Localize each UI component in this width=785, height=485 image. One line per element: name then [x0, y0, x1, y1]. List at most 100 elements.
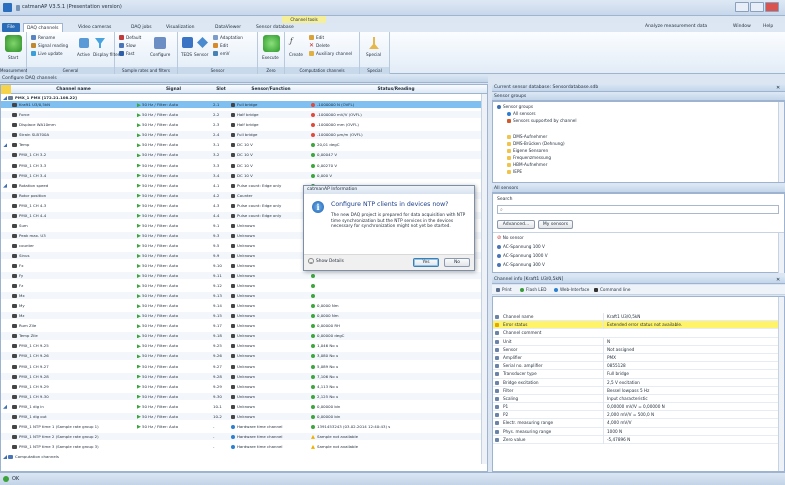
property-row[interactable]: Channel comment: [493, 329, 778, 338]
property-row[interactable]: Amplifier PMX: [493, 353, 778, 363]
property-row[interactable]: Electr. measuring range 4,000 mV/V: [493, 419, 778, 428]
tree-dms-aufnehmer[interactable]: DMS-Aufnehmer: [513, 134, 547, 139]
minimize-button[interactable]: [735, 2, 749, 12]
sensor-cell[interactable]: Pulse count: Edge only: [237, 213, 281, 218]
property-value[interactable]: Kraft1 U3/0,5kN: [603, 313, 640, 322]
channel-name[interactable]: Fz: [19, 283, 23, 288]
sensor-cell[interactable]: Hardware time channel: [237, 444, 282, 449]
expand-details-icon[interactable]: ⌄: [308, 258, 314, 264]
computation-delete-button[interactable]: Delete: [316, 43, 330, 48]
table-row[interactable]: Temp 50 Hz / Filter: Auto 3-1 DC 10 V 20,01 …: [1, 141, 487, 148]
channel-name[interactable]: PMX_1 CH 9-30: [19, 394, 49, 399]
grid-scrollbar[interactable]: [481, 94, 487, 464]
channel-name[interactable]: PMX_1 dig out: [19, 414, 47, 419]
signal-cell[interactable]: 50 Hz / Filter: Auto: [142, 404, 178, 409]
property-value[interactable]: Input characteristic: [603, 394, 648, 404]
signal-cell[interactable]: 50 Hz / Filter: Auto: [142, 323, 178, 328]
signal-cell[interactable]: 50 Hz / Filter: Auto: [142, 243, 178, 248]
rename-button[interactable]: Rename: [38, 35, 55, 40]
tree-all-sensors[interactable]: All sensors: [513, 111, 536, 116]
signal-cell[interactable]: 50 Hz / Filter: Auto: [142, 183, 178, 188]
sensor-list-item[interactable]: AC-Spannung 1000 V: [503, 253, 548, 258]
signal-cell[interactable]: 50 Hz / Filter: Auto: [142, 152, 178, 157]
property-row[interactable]: Bridge excitation 2,5 V excitation: [493, 378, 778, 387]
tree-eigene-sensoren[interactable]: Eigene Sensoren: [513, 148, 548, 153]
property-row[interactable]: Channel name Kraft1 U3/0,5kN: [493, 313, 778, 322]
property-row[interactable]: Scaling Input characteristic: [493, 394, 778, 404]
channel-name[interactable]: Temp Zile: [19, 333, 38, 338]
channel-name[interactable]: PMX_1 NTP time 3 (Sample rate group 3): [19, 444, 99, 449]
signal-cell[interactable]: 50 Hz / Filter: Auto: [142, 213, 178, 218]
signal-cell[interactable]: 50 Hz / Filter: Auto: [142, 283, 178, 288]
panel-close-icon[interactable]: ✕: [776, 85, 780, 91]
sensor-cell[interactable]: Unknown: [237, 414, 255, 419]
col-sensor[interactable]: Sensor/Function: [231, 85, 311, 94]
tree-frequenzmessung[interactable]: Frequenzmessung: [513, 155, 551, 160]
table-row[interactable]: PMX_1 NTP time 1 (Sample rate group 1) 50…: [1, 423, 487, 430]
computation-edit-button[interactable]: Edit: [316, 35, 324, 40]
tree-channel-sensors[interactable]: Sensors supported by channel: [513, 118, 577, 123]
sensor-cell[interactable]: Unknown: [237, 293, 255, 298]
signal-cell[interactable]: 50 Hz / Filter: Auto: [142, 263, 178, 268]
sensor-cell[interactable]: Unknown: [237, 343, 255, 348]
sensor-cell[interactable]: Unknown: [237, 223, 255, 228]
channel-name[interactable]: Rotor position: [19, 193, 46, 198]
channel-name[interactable]: Temp: [19, 142, 29, 147]
sensor-list-scrollbar[interactable]: [778, 233, 784, 273]
sensor-cell[interactable]: Full bridge: [237, 102, 257, 107]
sensor-list-item[interactable]: AC-Spannung 100 V: [503, 244, 545, 249]
sensor-cell[interactable]: Hardware time channel: [237, 424, 282, 429]
channel-name[interactable]: Sinus: [19, 253, 30, 258]
configure-button[interactable]: Configure: [150, 52, 170, 57]
property-row[interactable]: Phys. measuring range 1000 N: [493, 427, 778, 436]
property-row[interactable]: P2 2,000 mV/V = 500,0 N: [493, 411, 778, 420]
start-button[interactable]: Start: [8, 55, 18, 60]
property-value[interactable]: Full bridge: [603, 370, 629, 379]
signal-cell[interactable]: 50 Hz / Filter: Auto: [142, 112, 178, 117]
signal-cell[interactable]: 50 Hz / Filter: Auto: [142, 203, 178, 208]
sensor-cell[interactable]: Pulse count: Edge only: [237, 203, 281, 208]
signal-cell[interactable]: 50 Hz / Filter: Auto: [142, 424, 178, 429]
table-row[interactable]: PMX_1 dig in 50 Hz / Filter: Auto 10-1 Unkn…: [1, 403, 487, 410]
sensor-cell[interactable]: Unknown: [237, 394, 255, 399]
live-update-button[interactable]: Live update: [38, 51, 63, 56]
property-row[interactable]: Zero value -5,47896 N: [493, 435, 778, 445]
signal-cell[interactable]: 50 Hz / Filter: Auto: [142, 364, 178, 369]
sensor-cell[interactable]: Hardware time channel: [237, 434, 282, 439]
signal-cell[interactable]: 50 Hz / Filter: Auto: [142, 233, 178, 238]
table-row[interactable]: My 50 Hz / Filter: Auto 9-14 Unknown 0,0000 …: [1, 302, 487, 309]
signal-cell[interactable]: 50 Hz / Filter: Auto: [142, 414, 178, 419]
channel-name[interactable]: Mx: [19, 293, 25, 298]
sensor-cell[interactable]: Counter: [237, 193, 253, 198]
channel-name[interactable]: Rum Zile: [19, 323, 36, 328]
sensor-cell[interactable]: DC 10 V: [237, 173, 253, 178]
tree-dms-bruecken[interactable]: DMS-Brücken (Dehnung): [513, 141, 565, 146]
table-row[interactable]: PMX_1 CH 9-26 50 Hz / Filter: Auto 9-26 Unk…: [1, 352, 487, 360]
sensor-search-input[interactable]: ⌕: [497, 205, 779, 214]
adaptation-button[interactable]: Adaptation: [220, 35, 243, 40]
print-button[interactable]: Print: [502, 287, 512, 292]
channel-name[interactable]: PMX_1 CH 3-4: [19, 173, 46, 178]
channel-info-scrollbar[interactable]: [778, 297, 784, 471]
sensor-list-item[interactable]: AC-Spannung 300 V: [503, 262, 545, 267]
signal-cell[interactable]: 50 Hz / Filter: Auto: [142, 303, 178, 308]
signal-cell[interactable]: 50 Hz / Filter: Auto: [142, 374, 178, 379]
table-row[interactable]: PMX_1 CH 3-2 50 Hz / Filter: Auto 3-2 DC 10…: [1, 151, 487, 159]
channel-name[interactable]: Peak max. U3: [19, 233, 46, 238]
channel-name[interactable]: Rotation speed: [19, 183, 48, 188]
tab-visualization[interactable]: Visualization: [163, 23, 197, 32]
channel-name[interactable]: PMX_1 CH 3-2: [19, 152, 46, 157]
tree-root[interactable]: Sensor groups: [503, 104, 533, 109]
channel-name[interactable]: PMX_1 NTP time 1 (Sample rate group 1): [19, 424, 99, 429]
property-value[interactable]: 1000 N: [603, 427, 622, 436]
collapse-icon[interactable]: [3, 143, 7, 148]
property-row[interactable]: Transducer type Full bridge: [493, 370, 778, 379]
sensor-cell[interactable]: Unknown: [237, 313, 255, 318]
sensor-cell[interactable]: Unknown: [237, 404, 255, 409]
property-value[interactable]: Not assigned: [603, 345, 634, 354]
slow-rate-button[interactable]: Slow: [126, 43, 136, 48]
sensor-cell[interactable]: Half bridge: [237, 112, 258, 117]
col-status[interactable]: Status/Reading: [311, 85, 481, 94]
property-row[interactable]: Error status Extended error status not av…: [493, 321, 778, 330]
signal-cell[interactable]: 50 Hz / Filter: Auto: [142, 384, 178, 389]
